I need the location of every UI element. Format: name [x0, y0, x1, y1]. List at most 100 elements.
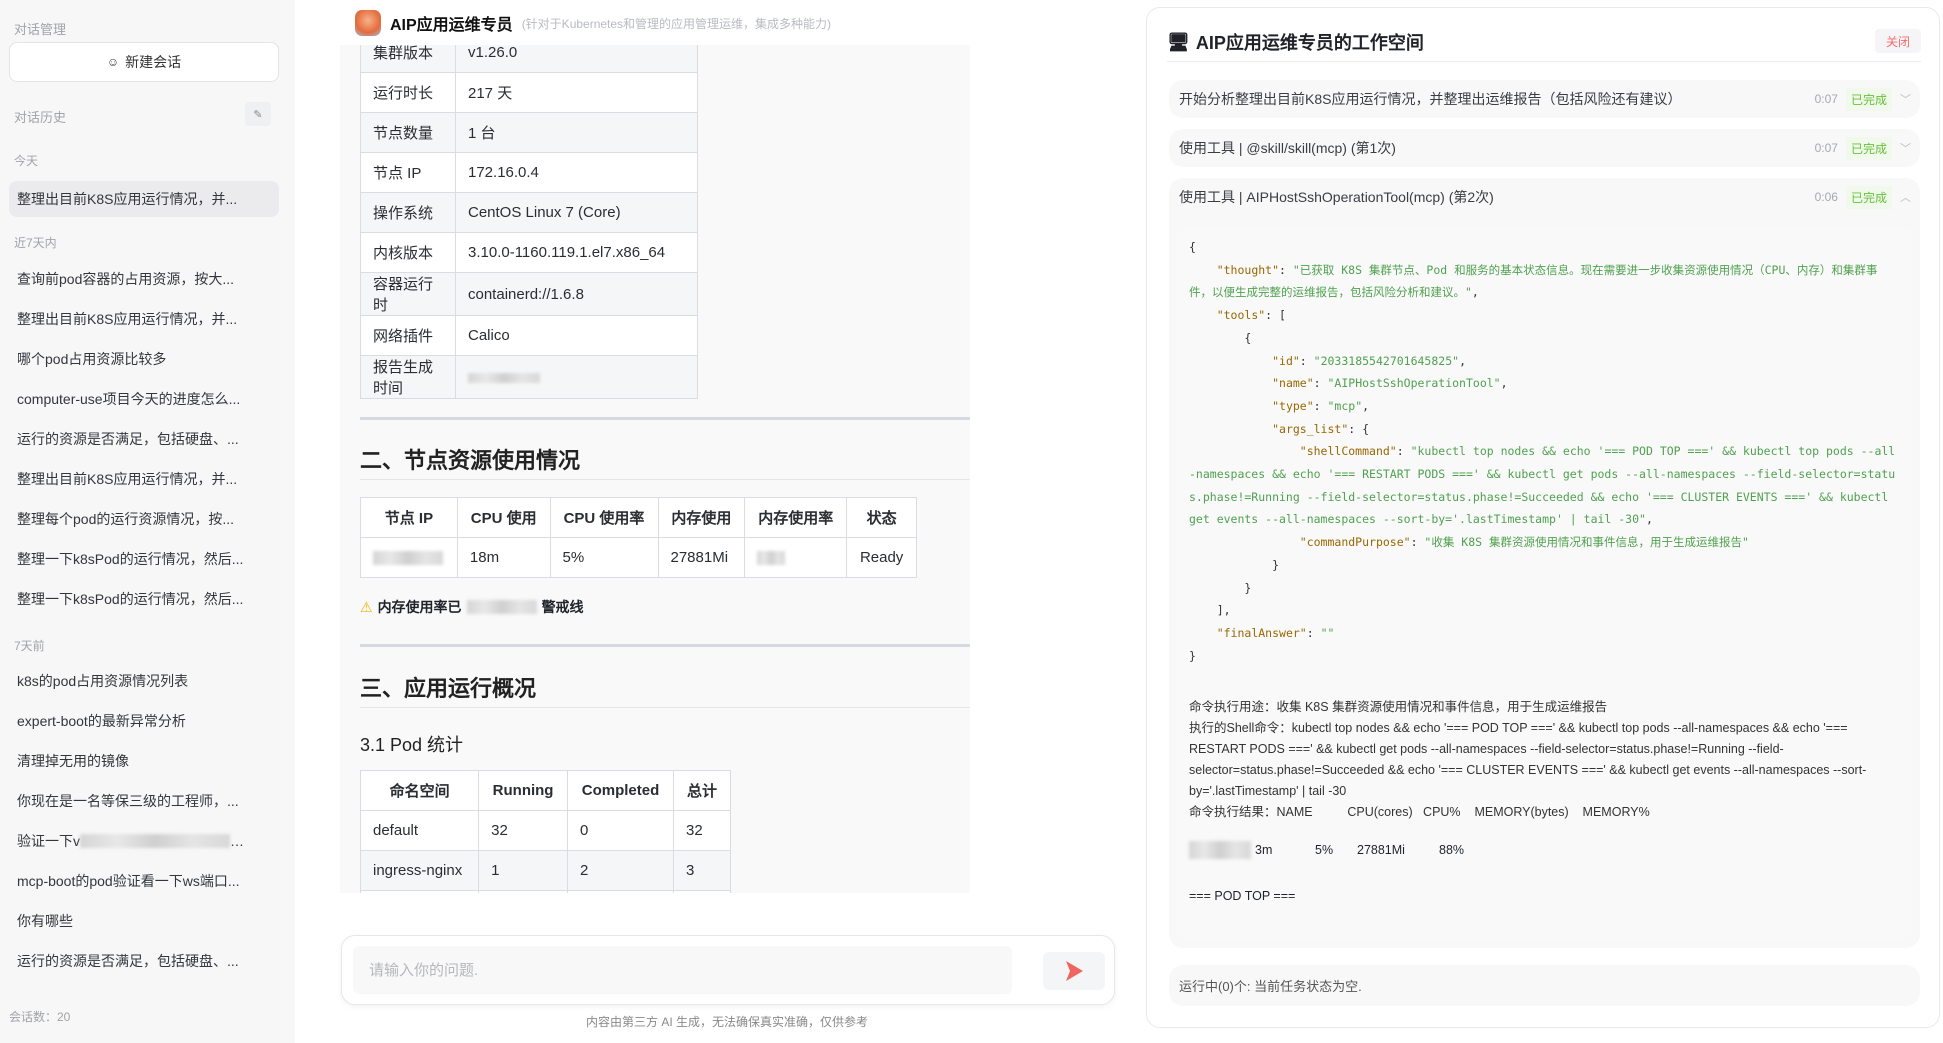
send-icon	[1064, 960, 1084, 982]
cell-value: 3.10.0-1160.119.1.el7.x86_64	[456, 233, 698, 273]
history-item[interactable]: 整理出目前K8S应用运行情况，并...	[9, 461, 279, 497]
table-row: 内核版本3.10.0-1160.119.1.el7.x86_64	[361, 233, 698, 273]
warning-prefix: 内存使用率已	[378, 597, 462, 617]
send-button[interactable]	[1043, 952, 1105, 990]
history-item-label: 哪个pod占用资源比较多	[17, 349, 166, 369]
history-item[interactable]: expert-boot的最新异常分析	[9, 703, 279, 739]
history-item[interactable]: mcp-boot的pod验证看一下ws端口...	[9, 863, 279, 899]
table-header-row: 节点 IPCPU 使用CPU 使用率内存使用内存使用率状态	[361, 498, 917, 538]
column-header: Running	[479, 771, 568, 811]
history-item-label: 验证一下v	[17, 831, 80, 851]
workspace-panel: 🖥 AIP应用运维专员的工作空间 关闭 开始分析整理出目前K8S应用运行情况，并…	[1146, 7, 1940, 1028]
redacted	[468, 373, 540, 383]
history-item[interactable]: 整理一下k8sPod的运行情况，然后...	[9, 541, 279, 577]
cell-label: 操作系统	[361, 193, 456, 233]
cell: 32	[479, 811, 568, 851]
table-header-row: 命名空间RunningCompleted总计	[361, 771, 731, 811]
close-button[interactable]: 关闭	[1875, 29, 1921, 53]
history-item[interactable]: computer-use项目今天的进度怎么...	[9, 381, 279, 417]
table-row: 节点 IP172.16.0.4	[361, 153, 698, 193]
column-header: 总计	[674, 771, 731, 811]
json-string: "mcp"	[1328, 399, 1363, 413]
result-value: 88%	[1439, 843, 1479, 857]
cell: 0	[567, 811, 673, 851]
cell: 32	[674, 811, 731, 851]
cell: 5%	[550, 538, 658, 578]
step-header[interactable]: 开始分析整理出目前K8S应用运行情况，并整理出运维报告（包括风险还有建议）0:0…	[1169, 80, 1920, 118]
json-key: "type"	[1272, 399, 1314, 413]
warning-icon: ⚠	[360, 599, 373, 616]
history-item[interactable]: 查询前pod容器的占用资源，按大...	[9, 261, 279, 297]
json-key: "id"	[1272, 354, 1300, 368]
chat-icon: ☺	[107, 55, 119, 69]
history-item[interactable]: 运行的资源是否满足，包括硬盘、...	[9, 943, 279, 979]
agent-subtitle: (针对于Kubernetes和管理的应用管理运维，集成多种能力)	[522, 15, 831, 32]
history-item[interactable]: 整理每个pod的运行资源情况，按...	[9, 501, 279, 537]
report-content[interactable]: 集群版本v1.26.0运行时长217 天节点数量1 台节点 IP172.16.0…	[340, 45, 970, 893]
chevron-down-icon[interactable]: ﹀	[1900, 140, 1920, 156]
json-key: "tools"	[1217, 308, 1265, 322]
result-value: 3m	[1255, 843, 1315, 857]
history-item[interactable]: 你现在是一名等保三级的工程师，...	[9, 783, 279, 819]
history-item[interactable]: 运行的资源是否满足，包括硬盘、...	[9, 421, 279, 457]
history-item-label: 你有哪些	[17, 911, 73, 931]
json-key: "shellCommand"	[1300, 444, 1397, 458]
cell	[674, 891, 731, 894]
chevron-up-icon[interactable]: ︿	[1900, 189, 1920, 205]
json-key: "name"	[1272, 376, 1314, 390]
table-row: 节点数量1 台	[361, 113, 698, 153]
result-row: 3m5%27881Mi88%	[1189, 841, 1900, 859]
tool-output[interactable]: { "thought": "已获取 K8S 集群节点、Pod 和服务的基本状态信…	[1177, 228, 1912, 939]
redacted	[80, 834, 230, 848]
step-header[interactable]: 使用工具 | AIPHostSshOperationTool(mcp) (第2次…	[1169, 178, 1920, 216]
json-code: { "thought": "已获取 K8S 集群节点、Pod 和服务的基本状态信…	[1189, 236, 1900, 667]
history-item[interactable]: 整理一下k8sPod的运行情况，然后...	[9, 581, 279, 617]
question-input[interactable]	[353, 946, 1012, 994]
chevron-down-icon[interactable]: ﹀	[1900, 91, 1920, 107]
new-chat-button[interactable]: ☺ 新建会话	[9, 42, 279, 82]
cell-value: 217 天	[456, 73, 698, 113]
cell: 2	[567, 851, 673, 891]
history-item[interactable]: 你有哪些	[9, 903, 279, 939]
step-status: 已完成	[1846, 137, 1892, 160]
history-item-label: 你现在是一名等保三级的工程师，...	[17, 791, 239, 811]
section-title: 对话管理	[14, 19, 66, 38]
column-header: 内存使用	[658, 498, 745, 538]
table-row: 网络插件Calico	[361, 316, 698, 356]
history-item[interactable]: 整理出目前K8S应用运行情况，并...	[9, 181, 279, 217]
json-key: "thought"	[1217, 263, 1279, 277]
column-header: 内存使用率	[745, 498, 847, 538]
edit-icon[interactable]: ✎	[245, 102, 271, 126]
table-row: 集群版本v1.26.0	[361, 45, 698, 73]
json-key: "args_list"	[1272, 422, 1348, 436]
history-item[interactable]: 清理掉无用的镜像	[9, 743, 279, 779]
step-item: 开始分析整理出目前K8S应用运行情况，并整理出运维报告（包括风险还有建议）0:0…	[1169, 80, 1920, 118]
column-header: 状态	[847, 498, 917, 538]
section-heading: 二、节点资源使用情况	[360, 443, 580, 475]
history-item[interactable]: 整理出目前K8S应用运行情况，并...	[9, 301, 279, 337]
heading-underline	[360, 479, 970, 480]
conversation-count: 会话数：20	[9, 1008, 70, 1025]
table-row	[361, 891, 731, 894]
group-label: 今天	[14, 152, 38, 169]
agent-title: AIP应用运维专员	[390, 11, 513, 35]
cluster-info-table: 集群版本v1.26.0运行时长217 天节点数量1 台节点 IP172.16.0…	[360, 45, 698, 399]
chat-input-box	[341, 935, 1115, 1005]
history-item[interactable]: 哪个pod占用资源比较多	[9, 341, 279, 377]
column-header: Completed	[567, 771, 673, 811]
heading-underline	[360, 707, 970, 708]
cell-value: v1.26.0	[456, 45, 698, 73]
table-row: 运行时长217 天	[361, 73, 698, 113]
sidebar: 对话管理 ☺ 新建会话 对话历史 ✎ 今天整理出目前K8S应用运行情况，并...…	[0, 0, 295, 1043]
column-header: 节点 IP	[361, 498, 458, 538]
history-item[interactable]: 验证一下v …	[9, 823, 279, 859]
column-header: CPU 使用	[457, 498, 550, 538]
step-time: 0:06	[1815, 190, 1838, 204]
history-item[interactable]: k8s的pod占用资源情况列表	[9, 663, 279, 699]
memory-warning: ⚠ 内存使用率已 警戒线	[360, 597, 584, 617]
step-time: 0:07	[1815, 92, 1838, 106]
cell	[745, 538, 847, 578]
step-header[interactable]: 使用工具 | @skill/skill(mcp) (第1次)0:07已完成﹀	[1169, 129, 1920, 167]
ellipsis: …	[230, 833, 244, 849]
subsection-heading: 3.1 Pod 统计	[360, 731, 463, 757]
